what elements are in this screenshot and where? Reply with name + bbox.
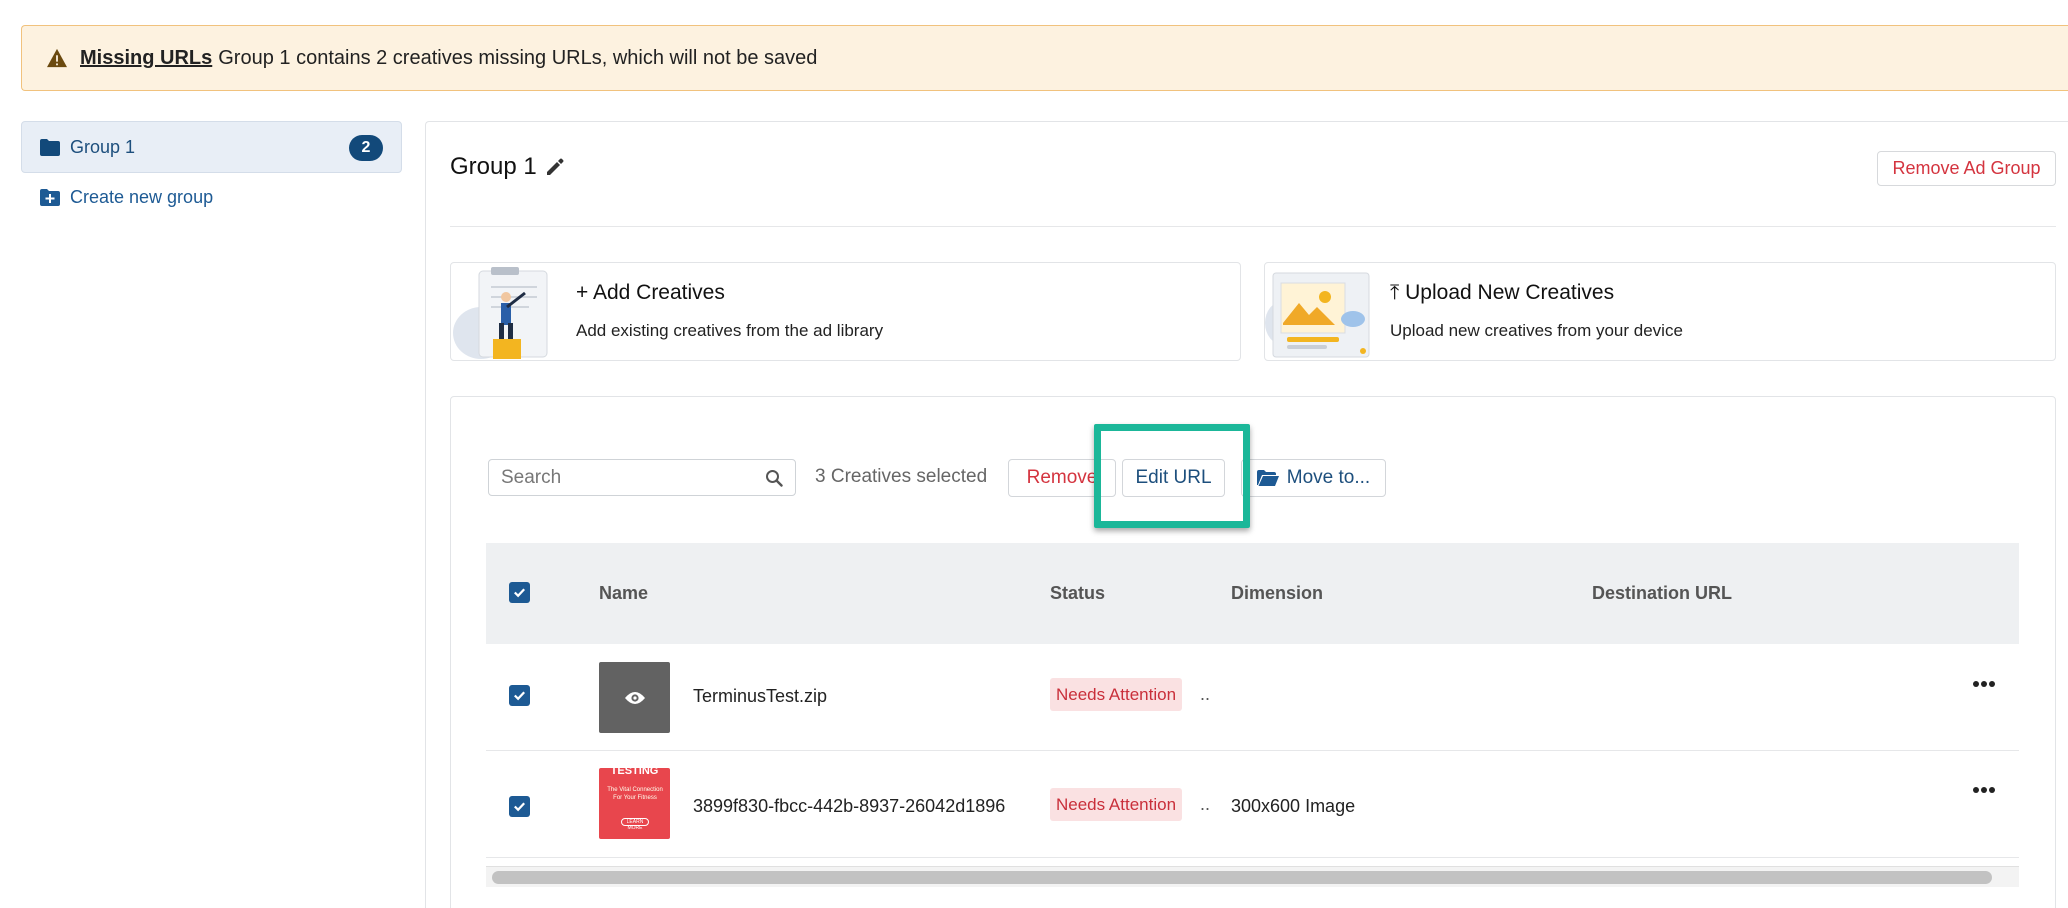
sidebar-item-label: Group 1	[70, 136, 136, 157]
check-icon	[514, 588, 526, 598]
upload-icon: ⤒	[1390, 281, 1400, 304]
creative-dimension: 300x600 Image	[1231, 796, 1356, 816]
check-icon	[514, 802, 526, 812]
edit-url-button[interactable]: Edit URL	[1122, 459, 1225, 497]
add-creatives-title: + Add Creatives	[576, 281, 725, 305]
sidebar-item-group-1[interactable]: Group 1 2	[21, 121, 402, 173]
remove-button[interactable]: Remove	[1008, 459, 1116, 497]
row-checkbox[interactable]	[509, 685, 530, 706]
banner-title[interactable]: Missing URLs	[80, 47, 212, 70]
column-header-dimension[interactable]: Dimension	[1231, 583, 1323, 604]
pencil-icon[interactable]	[545, 157, 565, 177]
banner-message: Group 1 contains 2 creatives missing URL…	[218, 46, 818, 69]
folder-plus-icon	[40, 188, 60, 206]
more-actions-icon[interactable]	[1972, 679, 1996, 689]
upload-creatives-illustration	[1265, 272, 1370, 358]
warning-icon	[47, 48, 67, 68]
add-creatives-illustration	[453, 267, 548, 359]
status-badge: Needs Attention	[1050, 678, 1183, 711]
column-header-name[interactable]: Name	[599, 583, 648, 604]
create-new-group-label: Create new group	[70, 186, 214, 207]
move-to-label: Move to...	[1286, 467, 1371, 488]
divider	[450, 226, 2056, 227]
creative-thumbnail[interactable]: TESTING The Vital Connection For Your Fi…	[599, 768, 670, 839]
thumbnail-title: TESTING	[610, 768, 659, 777]
column-header-destination-url[interactable]: Destination URL	[1592, 583, 1732, 604]
search-box	[488, 459, 796, 496]
status-badge: Needs Attention	[1050, 788, 1183, 821]
creative-name: TerminusTest.zip	[693, 686, 828, 706]
scrollbar-thumb[interactable]	[492, 871, 1992, 884]
truncated-cell: ..	[1200, 794, 1211, 814]
horizontal-scrollbar[interactable]	[486, 866, 2019, 887]
remove-ad-group-button[interactable]: Remove Ad Group	[1877, 151, 2056, 186]
search-icon[interactable]	[765, 469, 783, 487]
move-to-button[interactable]: Move to...	[1241, 459, 1386, 497]
thumbnail-subtitle: The Vital Connection For Your Fitness	[607, 787, 663, 801]
search-input[interactable]	[489, 460, 749, 495]
add-creatives-card[interactable]: + Add Creatives Add existing creatives f…	[450, 262, 1241, 361]
folder-open-icon	[1256, 470, 1279, 486]
column-header-status[interactable]: Status	[1050, 583, 1105, 604]
missing-urls-banner: Missing URLs Group 1 contains 2 creative…	[21, 25, 2068, 91]
upload-new-creatives-card[interactable]: ⤒ Upload New Creatives Upload new creati…	[1264, 262, 2056, 361]
plus-icon: +	[576, 281, 589, 304]
group-title: Group 1	[450, 153, 565, 181]
row-checkbox[interactable]	[509, 796, 530, 817]
select-all-checkbox[interactable]	[509, 582, 530, 603]
group-title-text: Group 1	[450, 153, 537, 180]
check-icon	[514, 691, 526, 701]
upload-creatives-title: ⤒ Upload New Creatives	[1390, 281, 1614, 305]
eye-icon	[624, 691, 645, 704]
upload-creatives-title-text: Upload New Creatives	[1405, 281, 1615, 304]
creative-name: 3899f830-fbcc-442b-8937-26042d1896	[693, 796, 1006, 816]
more-actions-icon[interactable]	[1972, 785, 1996, 795]
folder-icon	[40, 138, 60, 156]
creative-thumbnail[interactable]	[599, 662, 670, 733]
selected-count-text: 3 Creatives selected	[815, 466, 988, 487]
add-creatives-title-text: Add Creatives	[592, 281, 725, 304]
add-creatives-description: Add existing creatives from the ad libra…	[576, 321, 884, 340]
truncated-cell: ..	[1200, 684, 1211, 704]
thumbnail-button: LEARN MORE	[621, 818, 649, 831]
group-count-badge: 2	[349, 135, 383, 161]
upload-creatives-description: Upload new creatives from your device	[1390, 321, 1683, 340]
create-new-group-link[interactable]: Create new group	[40, 184, 213, 210]
